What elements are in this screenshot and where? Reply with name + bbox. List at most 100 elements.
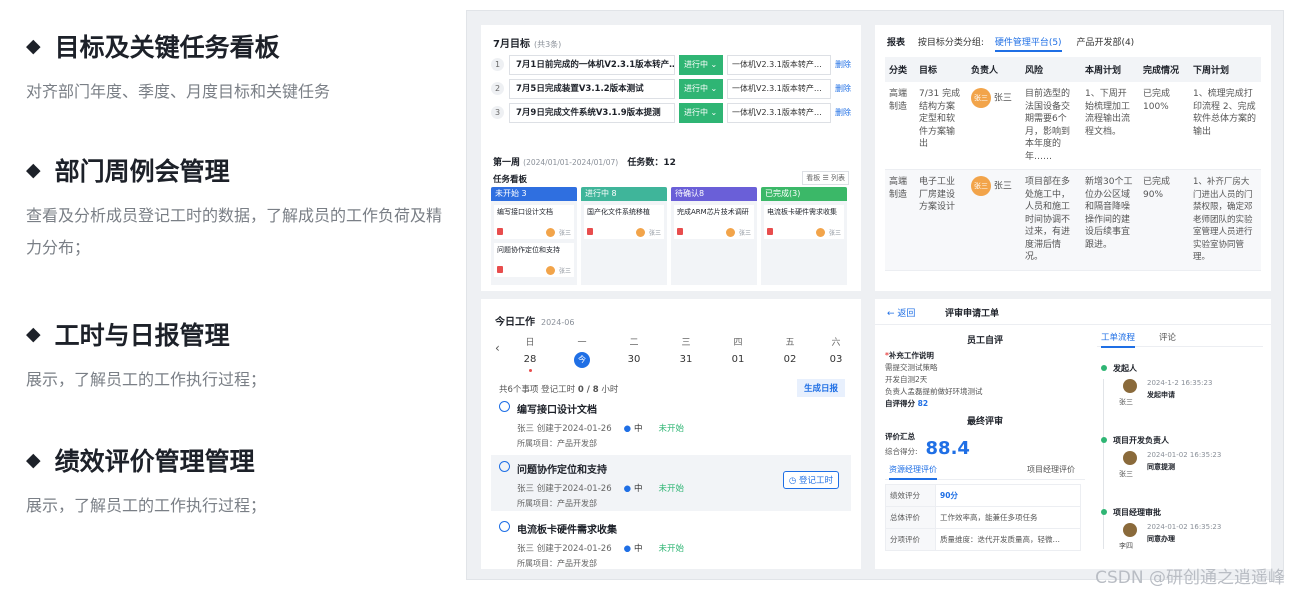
bulb-icon [499,521,510,532]
task-meta: 张三 创建于2024-01-26 [517,484,612,494]
task-name: 电流板卡硬件需求收集 [517,525,617,536]
task-meta: 张三 创建于2024-01-26 [517,424,612,434]
goal-input[interactable]: 7月5日完成装置V3.1.2版本测试 [509,79,675,99]
cell-next: 1、补齐厂房大门进出人员的门禁权限，确定邓老师团队的实验室管理人员进行实验室协同… [1189,169,1261,271]
tab-hardware[interactable]: 硬件管理平台(5) [994,38,1062,52]
cell-risk: 项目部在多处施工中，人员和施工时间协调不过来，有进度滞后情况。 [1021,169,1081,271]
board-column: 已完成(3) 电流板卡硬件需求收集 张三 [761,187,847,285]
header-cell: 分类 [885,57,915,82]
header-cell: 风险 [1021,57,1081,82]
header-cell: 负责人 [967,57,1021,82]
task-card[interactable]: 国产化文件系统移植 张三 [584,205,664,239]
week-range: (2024/01/01-2024/01/07) [523,158,619,167]
avatar [635,228,645,237]
field-label: 自评得分 [885,399,915,408]
cell-category: 高端制造 [885,169,915,271]
log-hours-button[interactable]: ◷ 登记工时 [782,471,839,489]
task-item[interactable]: 电流板卡硬件需求收集 张三 创建于2024-01-26 中 未开始 所属项目：产品开… [491,515,851,569]
field-label: 综合得分: [885,447,918,456]
chevron-left-icon[interactable]: ‹ [495,341,500,355]
calendar-day[interactable]: 三 31 [671,335,701,368]
task-item[interactable]: 编写接口设计文档 张三 创建于2024-01-26 中 未开始 所属项目：产品开发部 [491,395,851,451]
goal-status-select[interactable]: 进行中 ⌄ [679,103,723,123]
task-item[interactable]: 问题协作定位和支持 张三 创建于2024-01-26中未开始 所属项目：产品开发… [491,455,851,511]
card-user: 张三 [558,230,571,237]
event-dot [528,369,532,372]
delete-button[interactable]: 删除 [835,103,851,123]
tab-comments[interactable]: 评论 [1159,331,1176,343]
tab-resource-manager[interactable]: 资源经理评价 [889,464,937,480]
cell-category: 高端制造 [885,82,915,170]
header-cell: 下周计划 [1189,57,1261,82]
cell-next: 1、梳理完成打印流程 2、完成软件总体方案的输出 [1189,82,1261,170]
feature-desc: 展示，了解员工的工作执行过程； [26,496,267,515]
task-status: 未开始 [658,544,685,554]
task-project: 所属项目：产品开发部 [517,439,597,448]
flag-icon [497,228,503,235]
task-meta: 张三 创建于2024-01-26 [517,544,612,554]
task-card[interactable]: 问题协作定位和支持 张三 [494,243,574,277]
field-label: 补充工作说明 [888,351,934,360]
cell-done: 已完成 100% [1139,82,1189,170]
header-cell: 目标 [915,57,967,82]
review-header: ← 返回 评审申请工单 [875,299,1271,325]
tab-workflow[interactable]: 工单流程 [1101,331,1136,348]
report-table: 分类 目标 负责人 风险 本周计划 完成情况 下周计划 高端制造 7/31 完成… [885,57,1261,271]
goal-index: 2 [491,82,504,95]
report-toolbar: 报表 按目标分类分组: 硬件管理平台(5) 产品开发部(4) [887,35,1134,52]
report-label: 报表 [887,38,906,48]
task-card[interactable]: 完成ARM芯片技术调研 张三 [674,205,754,239]
cell-plan: 1、下周开始梳理加工流程输出流程文档。 [1081,82,1139,170]
tab-project-manager[interactable]: 项目经理评价 [1027,464,1075,475]
task-card[interactable]: 电流板卡硬件需求收集 张三 [764,205,844,239]
delete-button[interactable]: 删除 [835,79,851,99]
calendar-day[interactable]: 二 30 [619,335,649,368]
goal-status-select[interactable]: 进行中 ⌄ [679,79,723,99]
column-header: 待确认8 [671,187,757,201]
goal-link-select[interactable]: 一体机V2.3.1版本转产… [727,55,831,75]
review-panel: ← 返回 评审申请工单 员工自评 *补充工作说明 需提交测试策略 开发自测2天 … [875,299,1271,569]
tab-product-dev[interactable]: 产品开发部(4) [1076,38,1134,48]
bulb-icon [499,401,510,412]
goal-link-select[interactable]: 一体机V2.3.1版本转产… [727,79,831,99]
goal-index: 3 [491,106,504,119]
calendar-day[interactable]: 日 28 [515,335,545,372]
header-cell: 完成情况 [1139,57,1189,82]
feature-title: 绩效评价管理管理 [54,447,255,476]
bulb-icon [499,461,510,472]
cell-owner: 张三 [993,93,1012,104]
card-user: 张三 [648,230,661,237]
calendar-day[interactable]: 五 02 [775,335,805,368]
card-user: 张三 [828,230,841,237]
calendar-day[interactable]: 四 01 [723,335,753,368]
goal-link-select[interactable]: 一体机V2.3.1版本转产… [727,103,831,123]
supp-line: 负责人孟磊提前做好环境测试 [885,387,983,396]
task-priority: 中 [624,424,643,434]
back-button[interactable]: ← 返回 [887,306,915,319]
table-row: 高端制造 电子工业厂房建设方案设计 张三 张三 项目部在多处施工中，人员和施工时… [885,169,1261,271]
today-panel: 今日工作 2024-06 ‹ 日 28 一今 二 30 三 31 四 01 五 02 六 03… [481,299,861,569]
diamond-icon: ◆ [26,35,41,57]
goals-panel: 7月目标 (共3条) 1 7月1日前完成的一体机V2.3.1版本转产… 进行中 ⌄… [481,25,861,291]
today-month: 2024-06 [541,318,575,327]
workflow-panel: 工单流程 评论 发起人 张三 2024-1-2 16:35:23 发起申请 项目… [1097,329,1263,559]
calendar-day[interactable]: 六 03 [821,335,851,368]
week-label: 第一周 [493,158,521,168]
delete-button[interactable]: 删除 [835,55,851,75]
feature-hours: ◆ 工时与日报管理 展示，了解员工的工作执行过程； [26,316,446,396]
goal-status-select[interactable]: 进行中 ⌄ [679,55,723,75]
calendar-day[interactable]: 一今 [567,335,597,368]
supp-line: 开发自测2天 [885,375,928,384]
card-title: 电流板卡硬件需求收集 [767,208,837,216]
task-name: 编写接口设计文档 [517,405,597,416]
column-header: 进行中 8 [581,187,667,201]
csdn-watermark: CSDN @研创通之逍遥峰 [1095,568,1285,588]
view-toggle[interactable]: 看板 ☰ 列表 [802,171,849,185]
goal-input[interactable]: 7月1日前完成的一体机V2.3.1版本转产… [509,55,675,75]
task-count: 任务数：12 [627,158,676,168]
task-priority: 中 [624,484,643,494]
product-screenshot: 7月目标 (共3条) 1 7月1日前完成的一体机V2.3.1版本转产… 进行中 ⌄… [466,10,1284,580]
task-card[interactable]: 编写接口设计文档 张三 [494,205,574,239]
goal-input[interactable]: 7月9日完成文件系统V3.1.9版本提测 [509,103,675,123]
feature-desc: 展示，了解员工的工作执行过程； [26,370,267,389]
